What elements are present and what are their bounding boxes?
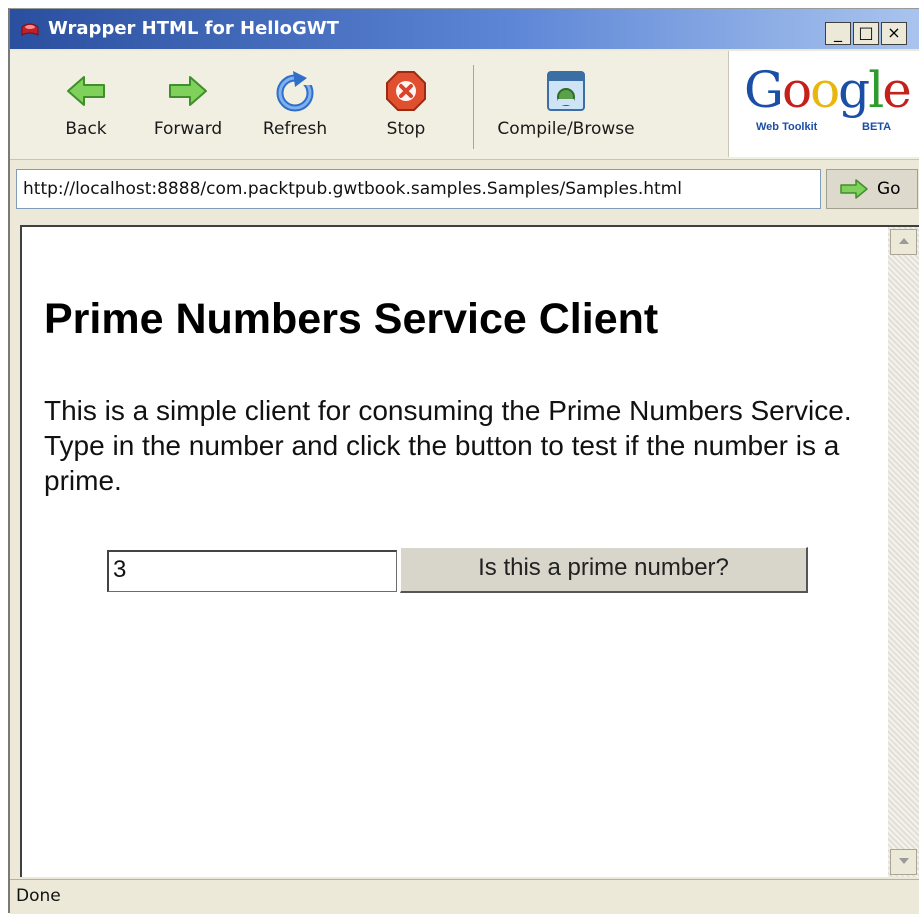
window-title: Wrapper HTML for HelloGWT <box>48 18 339 39</box>
compile-browse-button[interactable]: Compile/Browse <box>486 69 646 139</box>
back-button[interactable]: Back <box>56 69 116 139</box>
logo-beta-badge: BETA <box>862 121 892 133</box>
stop-label: Stop <box>386 119 426 139</box>
number-input[interactable]: 3 <box>107 550 397 592</box>
go-arrow-icon <box>840 179 868 199</box>
toolbar-separator <box>473 65 474 149</box>
url-field[interactable]: http://localhost:8888/com.packtpub.gwtbo… <box>16 169 821 209</box>
vertical-scrollbar[interactable] <box>888 225 919 877</box>
close-icon: × <box>887 23 901 42</box>
browser-window: Wrapper HTML for HelloGWT _ □ × Back For… <box>8 8 919 914</box>
page-title: Prime Numbers Service Client <box>44 295 659 343</box>
minimize-button[interactable]: _ <box>825 22 851 45</box>
status-bar: Done <box>10 879 919 914</box>
scroll-up-icon <box>898 238 909 244</box>
address-bar: http://localhost:8888/com.packtpub.gwtbo… <box>10 161 919 217</box>
status-text: Done <box>16 886 61 906</box>
logo-subtitle: Web Toolkit <box>756 121 818 133</box>
refresh-label: Refresh <box>262 119 328 139</box>
title-bar[interactable]: Wrapper HTML for HelloGWT _ □ × <box>10 9 919 49</box>
gwt-logo: Google Web Toolkit BETA <box>728 51 919 157</box>
toolbar: Back Forward Refresh Stop Compile/Browse… <box>10 51 919 160</box>
forward-button[interactable]: Forward <box>143 69 233 139</box>
scroll-down-icon <box>898 858 909 864</box>
scroll-up-button[interactable] <box>890 229 917 255</box>
close-button[interactable]: × <box>881 22 907 45</box>
stop-icon <box>386 71 426 111</box>
page-content: Prime Numbers Service Client This is a s… <box>20 225 888 877</box>
google-wordmark: Google <box>744 61 912 119</box>
scroll-down-button[interactable] <box>890 849 917 875</box>
back-label: Back <box>65 119 107 139</box>
page-description: This is a simple client for consuming th… <box>44 395 852 496</box>
compile-browse-label: Compile/Browse <box>497 119 635 139</box>
go-label: Go <box>877 179 901 199</box>
check-prime-button[interactable]: Is this a prime number? <box>400 547 808 593</box>
app-icon <box>21 23 39 36</box>
go-button[interactable]: Go <box>826 169 918 209</box>
forward-label: Forward <box>153 119 223 139</box>
maximize-icon: □ <box>858 23 874 42</box>
refresh-button[interactable]: Refresh <box>253 69 337 139</box>
back-arrow-icon <box>67 76 105 106</box>
compile-browse-icon <box>547 71 585 111</box>
maximize-button[interactable]: □ <box>853 22 879 45</box>
refresh-icon <box>276 71 315 112</box>
forward-arrow-icon <box>169 76 207 106</box>
stop-button[interactable]: Stop <box>376 69 436 139</box>
minimize-icon: _ <box>834 23 842 42</box>
